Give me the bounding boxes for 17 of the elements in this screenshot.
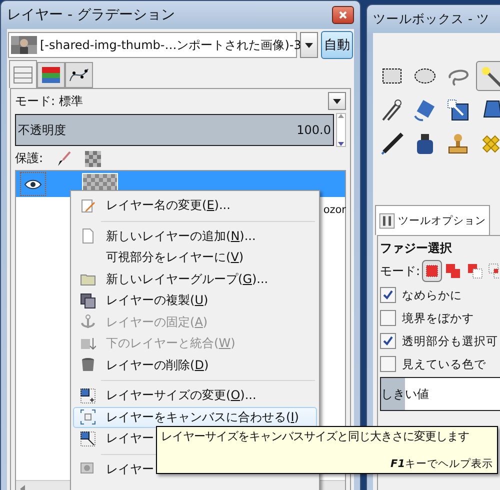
lock-label: 保護: <box>15 150 44 167</box>
mode-label: モード: <box>15 92 56 110</box>
mode-value: 標準 <box>59 92 84 110</box>
mode-label: モード: <box>380 262 420 280</box>
checkbox-label: 境界をぼかす <box>402 310 474 326</box>
checkbox-label: なめらかに <box>402 288 462 302</box>
tooltip-hint: F1キーでヘルプ表示 <box>390 457 493 471</box>
opacity-label: 不透明度 <box>18 122 66 138</box>
tooltip-text: レイヤーサイズをキャンバスサイズと同じ大きさに変更します <box>161 429 470 444</box>
opacity-value: 100.0 <box>296 123 331 137</box>
checkbox-label: 見えている色で <box>402 356 486 372</box>
layer-name: ozor <box>323 204 346 216</box>
threshold-label: しきい値 <box>381 386 429 402</box>
tool-name: ファジー選択 <box>380 240 453 257</box>
window-title: レイヤー - グラデーション <box>7 6 175 24</box>
window-title: ツールボックス - ツ <box>373 10 490 28</box>
checkbox-label: 透明部分も選択可 <box>402 334 498 348</box>
